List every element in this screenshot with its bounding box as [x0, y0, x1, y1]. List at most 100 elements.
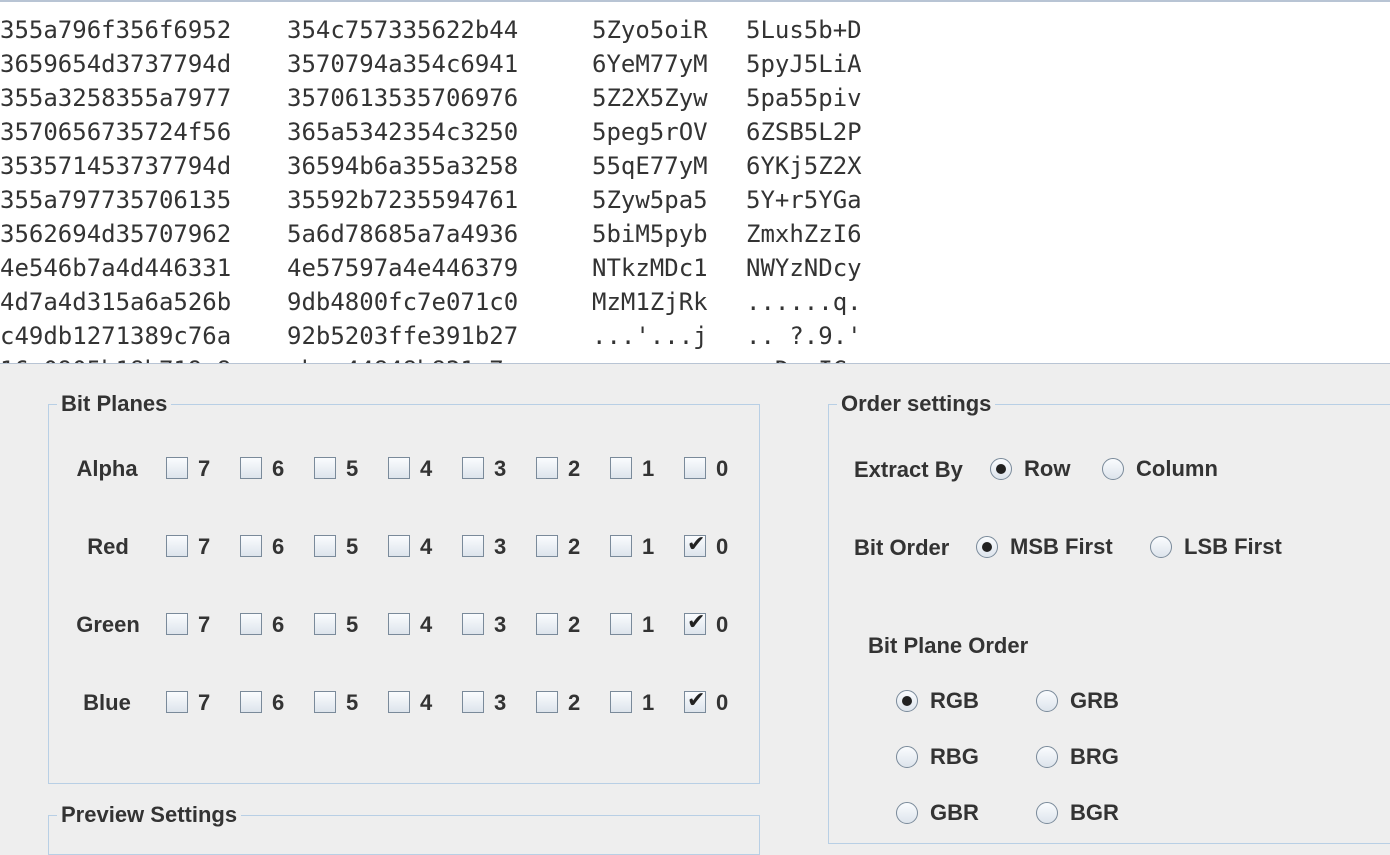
ascii-value: 5Lus5b+D [746, 16, 862, 44]
bit-checkbox-green-7[interactable] [166, 613, 188, 635]
bit-checkbox-green-2[interactable] [536, 613, 558, 635]
hex-value: 353571453737794d [0, 152, 232, 180]
bit-order-label: Bit Order [854, 535, 950, 560]
bit-checkbox-green-0[interactable]: ✔ [684, 610, 706, 635]
hex-value: 3570613535706976 [287, 84, 519, 112]
hex-value: 4e546b7a4d446331 [0, 254, 232, 282]
hex-value: 365a5342354c3250 [287, 118, 519, 146]
bit-label: 5 [346, 690, 359, 715]
bit-label: 7 [198, 456, 211, 481]
bit-checkbox-green-1[interactable] [610, 613, 632, 635]
bit-checkbox-blue-0[interactable]: ✔ [684, 688, 706, 713]
plane-order-grb-radio[interactable] [1036, 690, 1058, 712]
hex-value: 3659654d3737794d [0, 50, 232, 78]
hex-preview-area[interactable]: 355a796f356f6952 354c757335622b44 5Zyo5oiR… [0, 0, 1390, 364]
hex-value: 355a3258355a7977 [0, 84, 232, 112]
bit-checkbox-red-2[interactable] [536, 535, 558, 557]
bit-checkbox-blue-3[interactable] [462, 691, 484, 713]
ascii-value: NWYzNDcy [746, 254, 862, 282]
bit-checkbox-green-5[interactable] [314, 613, 336, 635]
hex-value: 92b5203ffe391b27 [287, 322, 519, 350]
hex-value: 4e57597a4e446379 [287, 254, 519, 282]
bit-checkbox-alpha-6[interactable] [240, 457, 262, 479]
bit-checkbox-green-6[interactable] [240, 613, 262, 635]
bit-checkbox-blue-4[interactable] [388, 691, 410, 713]
hex-value: cbcc44848b821c7a [287, 356, 518, 363]
bit-checkbox-green-4[interactable] [388, 613, 410, 635]
bit-checkbox-red-7[interactable] [166, 535, 188, 557]
msb-first-label: MSB First [1010, 534, 1113, 559]
plane-order-brg-radio[interactable] [1036, 746, 1058, 768]
hex-value: 9db4800fc7e071c0 [287, 288, 519, 316]
ascii-value: ZmxhZzI6 [746, 220, 862, 248]
bit-checkbox-red-4[interactable] [388, 535, 410, 557]
radio-dot-icon [996, 464, 1006, 474]
ascii-value: ...'...j [592, 322, 708, 350]
bit-checkbox-red-5[interactable] [314, 535, 336, 557]
ascii-value: ........ [592, 356, 708, 363]
bit-label: 4 [420, 456, 433, 481]
ascii-value: 55qE77yM [592, 152, 708, 180]
bit-checkbox-alpha-2[interactable] [536, 457, 558, 479]
plane-order-brg-label: BRG [1070, 744, 1119, 769]
ascii-value: MzM1ZjRk [592, 288, 708, 316]
hex-value: 3570656735724f56 [0, 118, 232, 146]
bit-label: 4 [420, 690, 433, 715]
ascii-value: 6ZSB5L2P [746, 118, 862, 146]
plane-order-rbg-label: RBG [930, 744, 979, 769]
plane-order-rgb-radio[interactable] [896, 690, 918, 712]
bit-checkbox-red-0[interactable]: ✔ [684, 532, 706, 557]
bit-label: 7 [198, 690, 211, 715]
bit-checkbox-alpha-3[interactable] [462, 457, 484, 479]
bit-checkbox-blue-7[interactable] [166, 691, 188, 713]
bit-label: 6 [272, 612, 285, 637]
bit-label: 2 [568, 456, 581, 481]
checkmark-icon: ✔ [687, 688, 706, 713]
ascii-value: 5Z2X5Zyw [592, 84, 708, 112]
bit-label: 1 [642, 612, 655, 637]
bit-checkbox-blue-1[interactable] [610, 691, 632, 713]
plane-order-rbg-radio[interactable] [896, 746, 918, 768]
extract-by-label: Extract By [854, 457, 963, 482]
bit-checkbox-alpha-1[interactable] [610, 457, 632, 479]
msb-first-radio[interactable] [976, 536, 998, 558]
ascii-value: NTkzMDc1 [592, 254, 708, 282]
ascii-value: .. ?.9.' [746, 322, 862, 350]
ascii-value: 5pa55piv [746, 84, 862, 112]
bit-checkbox-alpha-7[interactable] [166, 457, 188, 479]
bit-checkbox-red-1[interactable] [610, 535, 632, 557]
bit-label: 2 [568, 612, 581, 637]
lsb-first-radio[interactable] [1150, 536, 1172, 558]
ascii-value: 5Zyw5pa5 [592, 186, 708, 214]
extract-row-label: Row [1024, 456, 1071, 481]
bit-checkbox-alpha-4[interactable] [388, 457, 410, 479]
bit-checkbox-red-3[interactable] [462, 535, 484, 557]
hex-value: 3562694d35707962 [0, 220, 232, 248]
bit-checkbox-blue-5[interactable] [314, 691, 336, 713]
extract-column-label: Column [1136, 456, 1218, 481]
hex-value: 35592b7235594761 [287, 186, 519, 214]
bit-label: 1 [642, 456, 655, 481]
bit-checkbox-blue-2[interactable] [536, 691, 558, 713]
plane-order-gbr-radio[interactable] [896, 802, 918, 824]
bit-checkbox-red-6[interactable] [240, 535, 262, 557]
ascii-value: 5Y+r5YGa [746, 186, 862, 214]
plane-order-rgb-label: RGB [930, 688, 979, 713]
ascii-value: ......q. [746, 288, 862, 316]
bit-checkbox-green-3[interactable] [462, 613, 484, 635]
bit-label: 3 [494, 534, 507, 559]
bit-checkbox-blue-6[interactable] [240, 691, 262, 713]
bit-checkbox-alpha-5[interactable] [314, 457, 336, 479]
bit-plane-order-label: Bit Plane Order [868, 633, 1029, 658]
plane-order-bgr-radio[interactable] [1036, 802, 1058, 824]
bit-label: 1 [642, 534, 655, 559]
bit-label: 5 [346, 612, 359, 637]
ascii-value: ..D..IG. [746, 356, 862, 363]
extract-row-radio[interactable] [990, 458, 1012, 480]
plane-order-grb-label: GRB [1070, 688, 1119, 713]
bit-checkbox-alpha-0[interactable] [684, 457, 706, 479]
bit-label: 0 [716, 690, 729, 715]
extract-column-radio[interactable] [1102, 458, 1124, 480]
bit-label: 5 [346, 456, 359, 481]
bit-label: 0 [716, 612, 729, 637]
